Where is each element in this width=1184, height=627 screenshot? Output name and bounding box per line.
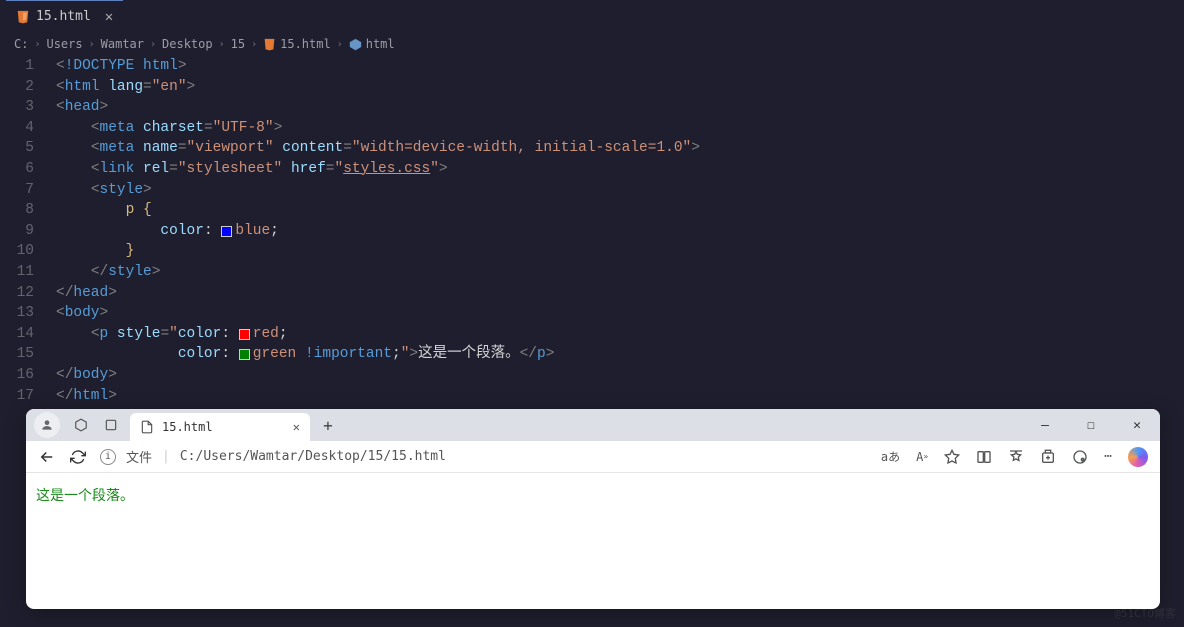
color-swatch-green xyxy=(239,349,250,360)
line-number: 15 xyxy=(0,344,56,365)
line-number: 16 xyxy=(0,365,56,386)
address-bar[interactable]: i 文件 | C:/Users/Wamtar/Desktop/15/15.htm… xyxy=(100,447,867,466)
line-number: 17 xyxy=(0,386,56,407)
favorite-icon[interactable] xyxy=(944,449,960,465)
url-path: C:/Users/Wamtar/Desktop/15/15.html xyxy=(180,449,446,464)
maximize-button[interactable]: ☐ xyxy=(1076,418,1106,433)
code-line: } xyxy=(56,241,134,262)
code-line: </html> xyxy=(56,386,117,407)
file-icon xyxy=(140,420,154,434)
read-aloud-icon[interactable]: A» xyxy=(916,450,928,464)
line-number: 4 xyxy=(0,118,56,139)
line-number: 8 xyxy=(0,200,56,221)
chevron-right-icon: › xyxy=(251,39,257,50)
html-file-icon xyxy=(16,10,30,24)
close-icon[interactable]: ✕ xyxy=(105,9,113,25)
code-line: <style> xyxy=(56,180,152,201)
code-line: <html lang="en"> xyxy=(56,77,195,98)
browser-tab-label: 15.html xyxy=(162,420,213,434)
breadcrumb-segment[interactable]: C: xyxy=(14,37,28,51)
line-number: 14 xyxy=(0,324,56,345)
back-button[interactable] xyxy=(38,448,56,466)
color-swatch-blue xyxy=(221,226,232,237)
breadcrumb-segment[interactable]: Desktop xyxy=(162,37,213,51)
editor-tab-bar: 15.html ✕ xyxy=(0,0,1184,32)
minimize-button[interactable]: — xyxy=(1030,418,1060,433)
code-line: </style> xyxy=(56,262,160,283)
code-line: p { xyxy=(56,200,152,221)
editor-tab-active[interactable]: 15.html ✕ xyxy=(6,0,123,32)
line-number: 6 xyxy=(0,159,56,180)
extensions-icon[interactable] xyxy=(1072,449,1088,465)
code-line: color: blue; xyxy=(56,221,279,242)
window-controls: — ☐ ✕ xyxy=(1030,418,1152,433)
color-swatch-red xyxy=(239,329,250,340)
code-line: <head> xyxy=(56,97,108,118)
chevron-right-icon: › xyxy=(89,39,95,50)
breadcrumb-segment[interactable]: html xyxy=(349,37,395,51)
code-line: <p style="color: red; xyxy=(56,324,288,345)
code-line: color: green !important;">这是一个段落。</p> xyxy=(56,344,554,365)
browser-tab[interactable]: 15.html ✕ xyxy=(130,413,310,441)
line-number: 11 xyxy=(0,262,56,283)
code-line: <meta charset="UTF-8"> xyxy=(56,118,282,139)
separator: | xyxy=(162,449,170,464)
split-screen-icon[interactable] xyxy=(976,449,992,465)
watermark: @51CTO博客 xyxy=(1114,605,1176,621)
toolbar-right: aあ A» ⋯ xyxy=(881,447,1148,467)
rendered-paragraph: 这是一个段落。 xyxy=(36,488,134,504)
new-tab-button[interactable]: + xyxy=(314,416,342,435)
url-scheme-label: 文件 xyxy=(126,447,152,466)
collections-icon[interactable] xyxy=(1040,449,1056,465)
more-icon[interactable]: ⋯ xyxy=(1104,449,1112,464)
refresh-button[interactable] xyxy=(70,449,86,465)
line-number: 7 xyxy=(0,180,56,201)
close-icon[interactable]: ✕ xyxy=(293,420,300,434)
breadcrumb-segment[interactable]: 15.html xyxy=(263,37,331,51)
line-number: 3 xyxy=(0,97,56,118)
breadcrumb: C: › Users › Wamtar › Desktop › 15 › 15.… xyxy=(0,32,1184,56)
site-info-icon[interactable]: i xyxy=(100,449,116,465)
line-number: 1 xyxy=(0,56,56,77)
profile-button[interactable] xyxy=(34,412,60,438)
chevron-right-icon: › xyxy=(219,39,225,50)
code-line: </body> xyxy=(56,365,117,386)
breadcrumb-segment[interactable]: Wamtar xyxy=(101,37,144,51)
line-number: 10 xyxy=(0,241,56,262)
code-editor[interactable]: 1<!DOCTYPE html> 2<html lang="en"> 3<hea… xyxy=(0,56,1184,406)
copilot-icon[interactable] xyxy=(1128,447,1148,467)
editor-tab-label: 15.html xyxy=(36,9,91,24)
line-number: 12 xyxy=(0,283,56,304)
line-number: 13 xyxy=(0,303,56,324)
code-line: <meta name="viewport" content="width=dev… xyxy=(56,138,700,159)
chevron-right-icon: › xyxy=(150,39,156,50)
code-line: <!DOCTYPE html> xyxy=(56,56,187,77)
tab-actions-icon[interactable] xyxy=(96,413,126,437)
chevron-right-icon: › xyxy=(34,39,40,50)
browser-window: 15.html ✕ + — ☐ ✕ i 文件 | C:/Users/Wamtar… xyxy=(26,409,1160,609)
code-line: <link rel="stylesheet" href="styles.css"… xyxy=(56,159,448,180)
browser-tab-strip: 15.html ✕ + — ☐ ✕ xyxy=(26,409,1160,441)
address-bar-row: i 文件 | C:/Users/Wamtar/Desktop/15/15.htm… xyxy=(26,441,1160,473)
symbol-tag-icon xyxy=(349,38,362,51)
code-line: <body> xyxy=(56,303,108,324)
close-button[interactable]: ✕ xyxy=(1122,418,1152,433)
html-file-icon xyxy=(263,38,276,51)
breadcrumb-segment[interactable]: 15 xyxy=(231,37,245,51)
code-line: </head> xyxy=(56,283,117,304)
breadcrumb-segment[interactable]: Users xyxy=(46,37,82,51)
translate-icon[interactable]: aあ xyxy=(881,448,900,465)
line-number: 9 xyxy=(0,221,56,242)
workspaces-icon[interactable] xyxy=(66,413,96,437)
favorites-bar-icon[interactable] xyxy=(1008,449,1024,465)
line-number: 2 xyxy=(0,77,56,98)
chevron-right-icon: › xyxy=(337,39,343,50)
line-number: 5 xyxy=(0,138,56,159)
browser-viewport: 这是一个段落。 xyxy=(26,473,1160,517)
